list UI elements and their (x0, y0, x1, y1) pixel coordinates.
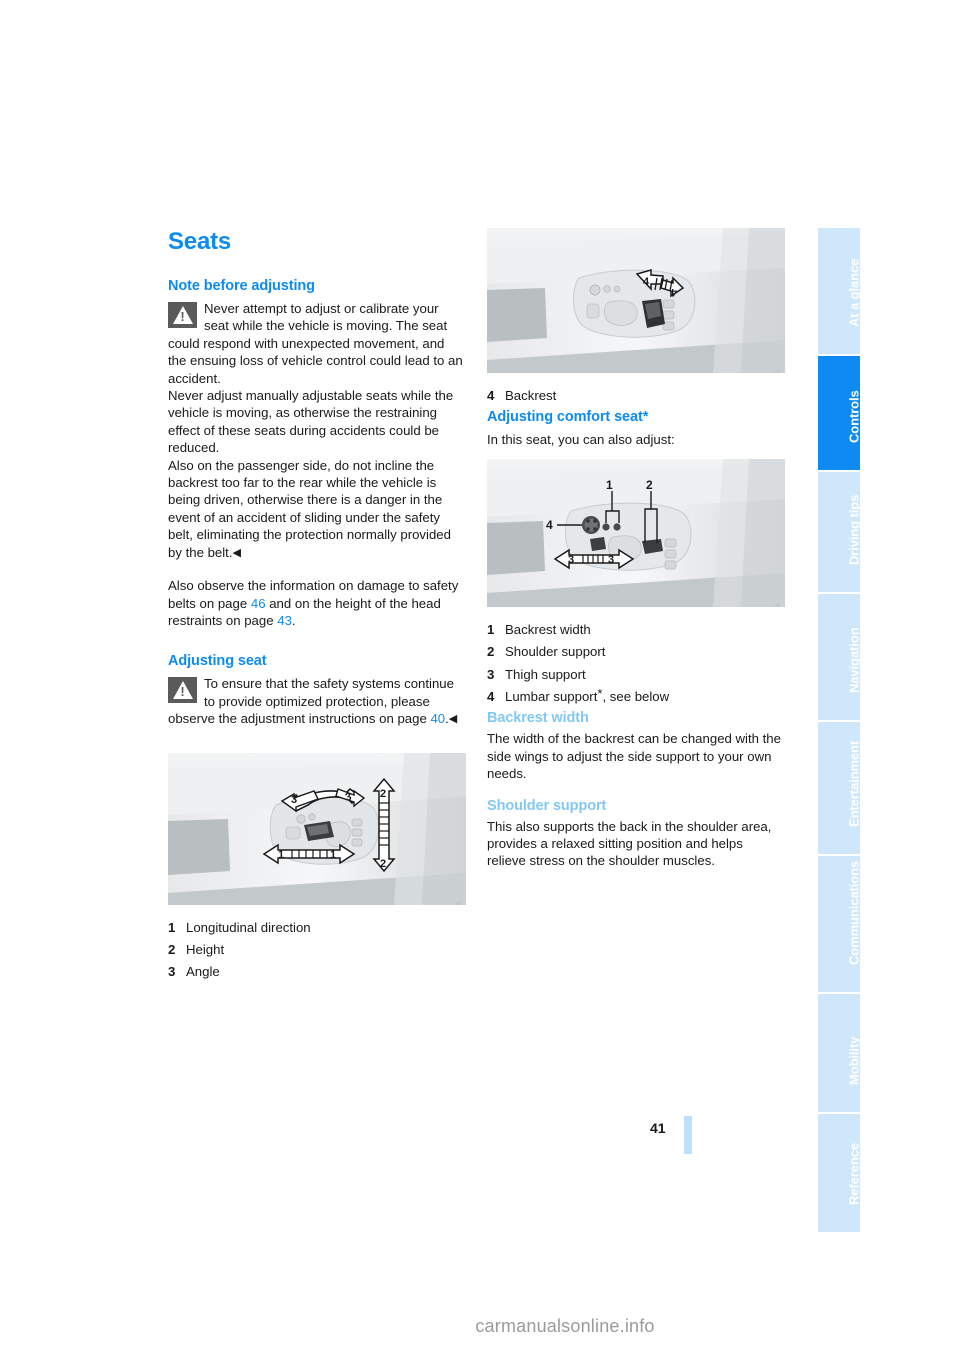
warning-end-mark: ◀ (232, 546, 241, 559)
comfort-seat-legend: 1 Backrest width 2 Shoulder support 3 Th… (487, 621, 785, 706)
legend-label: Backrest width (505, 621, 591, 637)
sidebar-tab-mobility[interactable]: Mobility (818, 994, 862, 1112)
sidebar-tab-at-a-glance[interactable]: At a glance (818, 228, 862, 354)
legend-number: 3 (168, 964, 176, 980)
list-item: 1 Longitudinal direction (168, 919, 466, 936)
list-item: 2 Shoulder support (487, 643, 785, 660)
warning-text-3: Also on the passenger side, do not incli… (168, 457, 466, 562)
svg-text:4: 4 (546, 518, 553, 532)
sidebar-tab-entertainment[interactable]: Entertainment (818, 722, 862, 854)
legend-number: 1 (168, 919, 176, 935)
legend-number: 4 (487, 388, 495, 403)
legend-label: Backrest (505, 388, 557, 403)
sidebar-tab-label: Communications (846, 860, 862, 965)
warning-text-2: Never adjust manually adjustable seats w… (168, 388, 454, 456)
site-watermark: carmanualsonline.info (475, 1316, 655, 1336)
legend-label: Angle (186, 964, 220, 980)
warning-text-1: Never attempt to adjust or calibrate you… (168, 301, 463, 386)
right-column: 4 4 WV20061A 4 Backrest Adjusting comfor… (487, 228, 785, 870)
list-item: 3 Angle (168, 963, 466, 980)
backrest-control-illustration: 4 4 (487, 228, 785, 373)
legend-label-suffix: , see below (602, 689, 670, 705)
observe-paragraph: Also observe the information on damage t… (168, 577, 466, 629)
svg-text:1: 1 (330, 849, 336, 861)
comfort-seat-intro: In this seat, you can also adjust: (487, 432, 675, 448)
heading-adjusting-seat: Adjusting seat (168, 653, 267, 670)
sidebar-tab-label: Entertainment (846, 740, 862, 827)
legend-number: 1 (487, 621, 495, 637)
warning-block-adjusting: Never attempt to adjust or calibrate you… (168, 300, 466, 387)
svg-text:3: 3 (291, 794, 297, 806)
svg-text:2: 2 (380, 858, 386, 870)
comfort-seat-controls-illustration: 1 2 4 3 3 (487, 458, 785, 607)
legend-label-text: Lumbar support (505, 689, 598, 705)
legend-label: Longitudinal direction (186, 919, 311, 935)
legend-number: 3 (487, 666, 495, 682)
svg-text:1: 1 (606, 478, 613, 492)
heading-backrest-width: Backrest width (487, 710, 589, 727)
svg-text:2: 2 (380, 788, 386, 800)
sidebar-tab-driving-tips[interactable]: Driving tips (818, 472, 862, 592)
sidebar-tab-label: Reference (846, 1143, 862, 1205)
list-item: 1 Backrest width (487, 621, 785, 638)
page-number: 41 (650, 1120, 666, 1136)
legend-label: Thigh support (505, 666, 586, 682)
legend-number: 2 (487, 644, 495, 660)
seat-basic-controls-illustration: 3 3 1 1 2 2 (168, 752, 466, 905)
page-reference-46[interactable]: 46 (251, 596, 266, 611)
page-number-bar (684, 1116, 692, 1154)
warning-text-3-body: Also on the passenger side, do not incli… (168, 457, 451, 560)
legend-number: 2 (168, 941, 176, 957)
observe-text-c: . (291, 612, 296, 628)
sidebar-tab-controls[interactable]: Controls (818, 356, 862, 470)
sidebar-tab-label: At a glance (846, 258, 862, 327)
left-column: Seats Note before adjusting Never attemp… (168, 228, 466, 986)
heading-adjusting-comfort-seat: Adjusting comfort seat* (487, 409, 649, 426)
legend-label: Height (186, 941, 225, 957)
warning-triangle-icon (168, 302, 197, 328)
sidebar-tab-navigation[interactable]: Navigation (818, 594, 862, 720)
list-item: 4 Lumbar support*, see below (487, 687, 785, 705)
legend-number: 4 (487, 689, 495, 705)
page-reference-43[interactable]: 43 (277, 613, 292, 628)
warning-end-mark: ◀ (448, 713, 458, 726)
sidebar-tab-label: Driving tips (846, 494, 862, 565)
warning-safety-text: To ensure that the safety systems contin… (168, 676, 454, 727)
list-item: 2 Height (168, 941, 466, 958)
figure-watermark: WV20060A (456, 901, 463, 905)
legend-label: Lumbar support*, see below (505, 687, 670, 705)
list-item: 3 Thigh support (487, 666, 785, 683)
figure-comfort-seat-controls: 1 2 4 3 3 (487, 458, 785, 607)
seat-adjust-legend: 1 Longitudinal direction 2 Height 3 Angl… (168, 919, 466, 981)
svg-text:4: 4 (643, 276, 650, 288)
svg-text:1: 1 (278, 849, 284, 861)
heading-shoulder-support: Shoulder support (487, 797, 607, 814)
figure-watermark: WV20061A (775, 369, 782, 373)
section-tabs-sidebar: At a glance Controls Driving tips Naviga… (818, 228, 862, 1232)
figure-seat-basic-controls: 3 3 1 1 2 2 (168, 752, 466, 905)
figure-backrest-control: 4 4 WV20061A (487, 228, 785, 373)
sidebar-tab-label: Navigation (846, 627, 862, 693)
page-title: Seats (168, 228, 232, 255)
page-reference-40[interactable]: 40 (430, 711, 445, 726)
manual-page: Seats Note before adjusting Never attemp… (0, 0, 960, 1358)
sidebar-tab-reference[interactable]: Reference (818, 1114, 862, 1232)
sidebar-tab-label: Mobility (846, 1036, 862, 1085)
sidebar-tab-communications[interactable]: Communications (818, 856, 862, 992)
figure-watermark: WV20062A (775, 603, 782, 607)
svg-text:3: 3 (568, 554, 574, 566)
svg-text:4: 4 (670, 286, 677, 298)
backrest-legend-item: 4 Backrest (487, 387, 785, 404)
warning-block-safety-systems: To ensure that the safety systems contin… (168, 675, 466, 728)
heading-note-before-adjusting: Note before adjusting (168, 278, 315, 294)
backrest-width-body: The width of the backrest can be changed… (487, 731, 781, 782)
shoulder-support-body: This also supports the back in the shoul… (487, 818, 772, 869)
sidebar-tab-label: Controls (846, 390, 862, 443)
warning-triangle-icon (168, 677, 197, 704)
svg-text:2: 2 (646, 478, 653, 492)
legend-label: Shoulder support (505, 644, 606, 660)
svg-text:3: 3 (608, 554, 614, 566)
